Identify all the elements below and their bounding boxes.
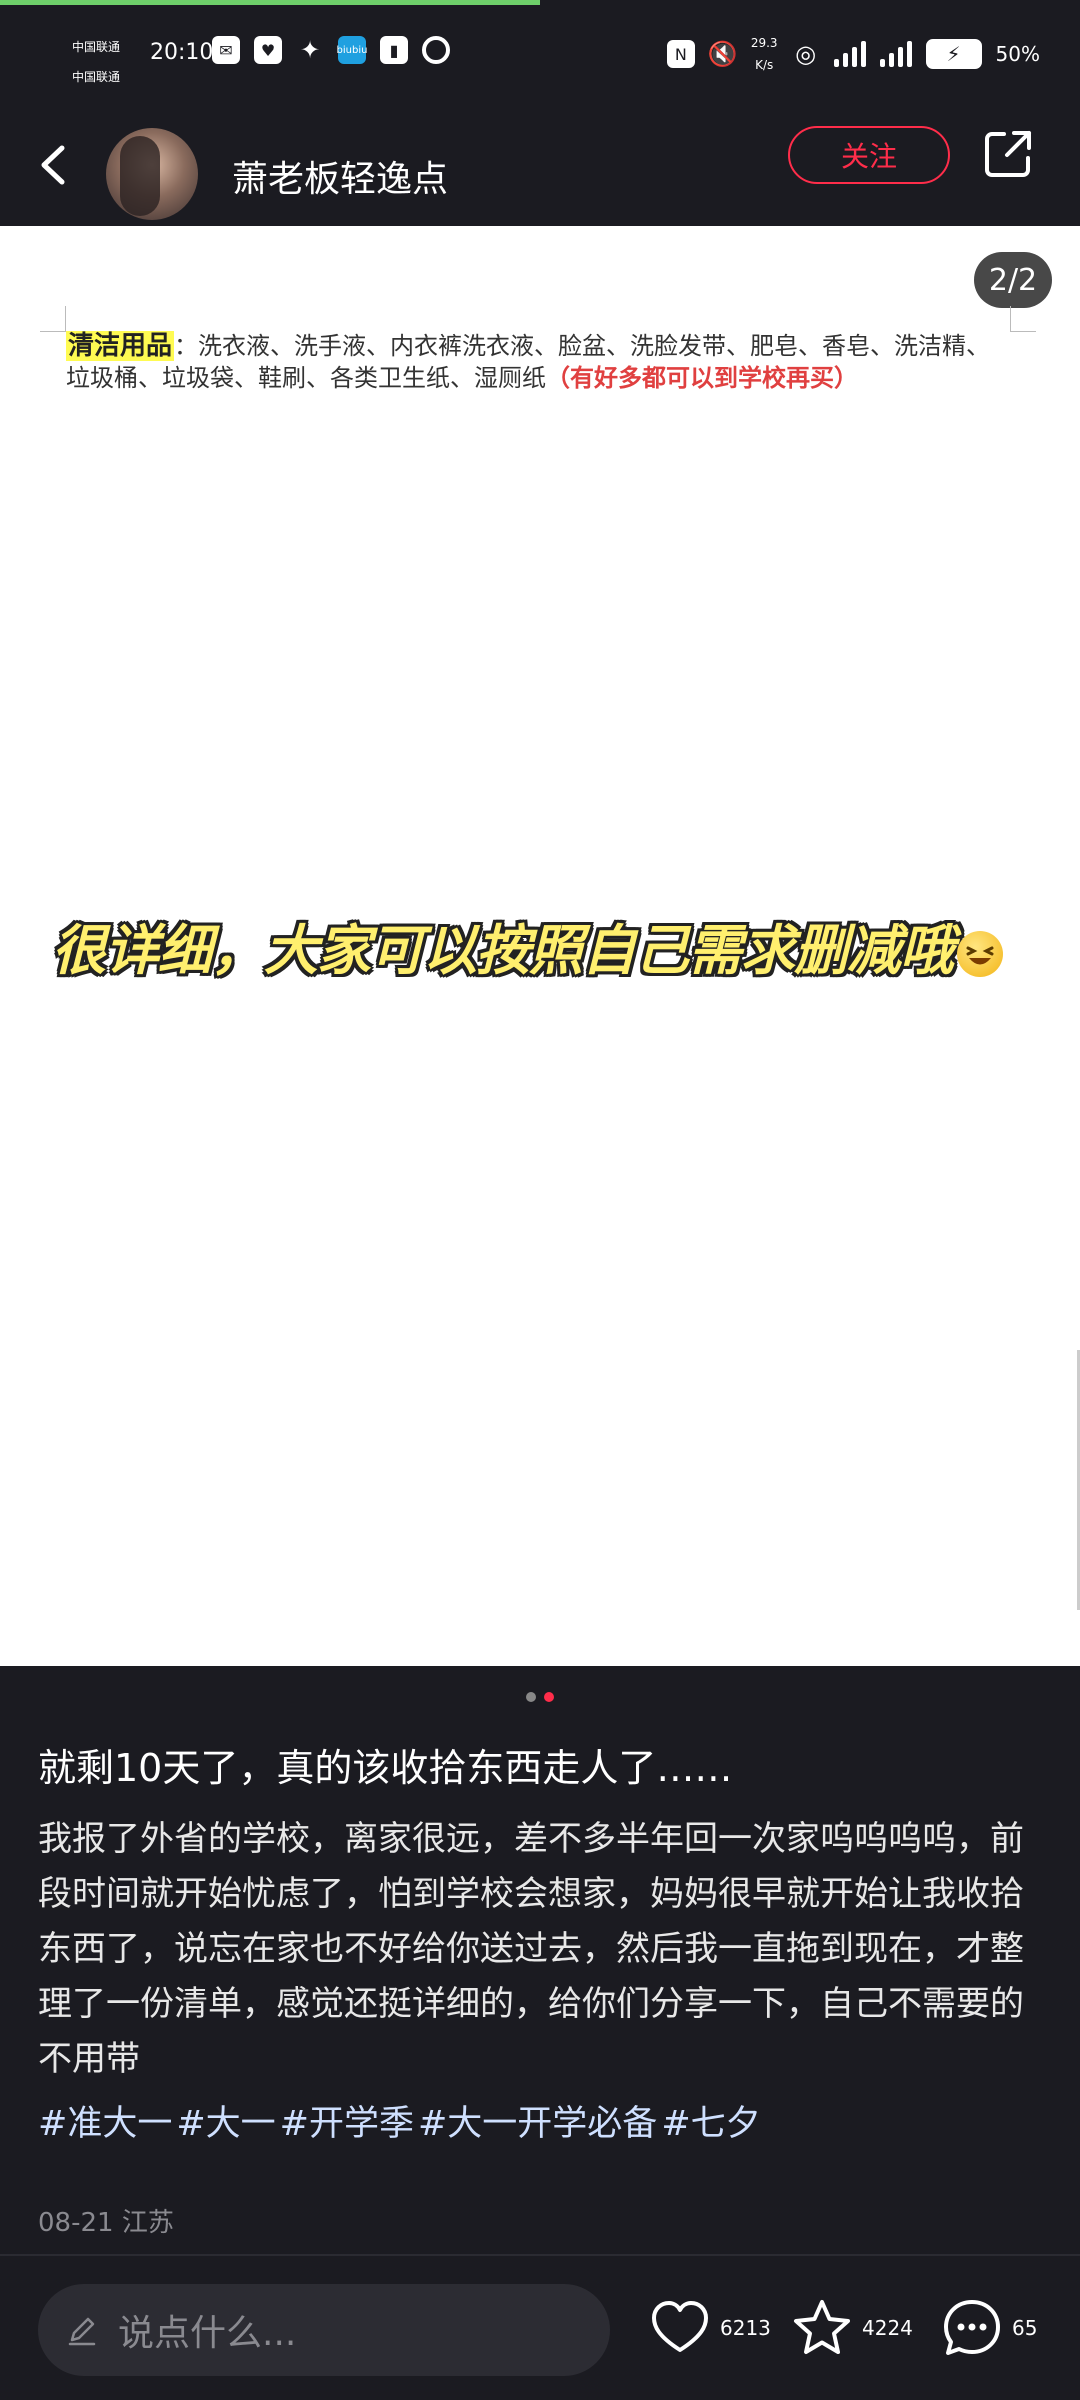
carrier-1: 中国联通 <box>72 40 121 54</box>
tag[interactable]: #大一 <box>176 2104 275 2144</box>
list-title: 清洁用品 <box>66 331 175 361</box>
laughing-emoji-icon <box>957 931 1003 978</box>
ring-app-icon <box>422 36 450 64</box>
carousel-dot-2[interactable] <box>544 1692 554 1702</box>
network-speed: 29.3 K/s <box>750 36 778 72</box>
tag[interactable]: #七夕 <box>661 2104 760 2144</box>
carousel-dot-1[interactable] <box>526 1692 536 1702</box>
cleaning-supplies-list: 清洁用品：洗衣液、洗手液、内衣裤洗衣液、脸盆、洗脸发带、肥皂、香皂、洗洁精、垃圾… <box>66 331 991 392</box>
star-icon <box>794 2300 850 2354</box>
post-image[interactable]: 2/2 清洁用品：洗衣液、洗手液、内衣裤洗衣液、脸盆、洗脸发带、肥皂、香皂、洗洁… <box>0 226 1080 1666</box>
post-body: 我报了外省的学校，离家很远，差不多半年回一次家呜呜呜呜，前段时间就开始忧虑了，怕… <box>38 1819 1024 2079</box>
overlay-caption: 很详细，大家可以按照自己需求删减哦 <box>52 906 1003 985</box>
post-title: 就剩10天了，真的该收拾东西走人了…… <box>38 1746 733 1790</box>
signal-1-icon <box>833 41 866 67</box>
comment-placeholder: 说点什么... <box>118 2313 297 2354</box>
tag[interactable]: #开学季 <box>280 2104 414 2144</box>
crop-mark-left <box>40 306 66 332</box>
mute-icon: 🔇 <box>707 40 738 68</box>
tag[interactable]: #准大一 <box>38 2104 172 2144</box>
post-date-location: 08-21 江苏 <box>38 2208 174 2238</box>
hotspot-icon: ◎ <box>795 40 817 68</box>
sim-icon: ▮ <box>380 36 408 64</box>
nfc-icon: N <box>666 40 695 68</box>
favorite-button[interactable]: 4224 <box>790 2296 913 2360</box>
status-time: 20:10 <box>150 40 214 65</box>
page-indicator: 2/2 <box>974 252 1052 308</box>
system-icons: N 🔇 29.3 K/s ◎ ⚡ 50% <box>666 32 1040 76</box>
avatar[interactable] <box>106 128 198 220</box>
list-note: （有好多都可以到学校再买） <box>546 364 858 392</box>
post-tags: #准大一 #大一 #开学季 #大一开学必备 #七夕 <box>38 2096 1048 2152</box>
status-bar: 中国联通 中国联通 20:10 ✉ ♥ ✦ biubiu ▮ N 🔇 29.3 … <box>0 0 1080 110</box>
signal-2-icon <box>879 41 912 67</box>
like-count: 6213 <box>720 2316 771 2340</box>
post-header: 萧老板轻逸点 关注 <box>0 110 1080 226</box>
carrier-labels: 中国联通 中国联通 <box>72 32 120 92</box>
share-icon[interactable] <box>980 126 1036 182</box>
pencil-icon <box>68 2317 96 2346</box>
top-progress-line <box>0 0 540 5</box>
notification-icons: ✉ ♥ ✦ biubiu ▮ <box>212 36 450 64</box>
like-button[interactable]: 6213 <box>648 2296 771 2360</box>
carousel-dots <box>0 1692 1080 1702</box>
battery-percent: 50% <box>995 42 1040 66</box>
message-icon: ✉ <box>212 36 240 64</box>
heart-notif-icon: ♥ <box>254 36 282 64</box>
crop-mark-right <box>1010 306 1036 332</box>
tag[interactable]: #大一开学必备 <box>418 2104 657 2144</box>
comment-count: 65 <box>1012 2316 1038 2340</box>
carrier-2: 中国联通 <box>72 70 121 84</box>
biubiu-icon: biubiu <box>337 36 367 64</box>
favorite-count: 4224 <box>862 2316 913 2340</box>
comment-input[interactable]: 说点什么... <box>38 2284 610 2376</box>
chat-bubble-icon <box>944 2300 1000 2355</box>
follow-button[interactable]: 关注 <box>788 126 950 184</box>
back-icon[interactable] <box>30 130 80 200</box>
bottom-action-bar: 说点什么... 6213 4224 65 <box>0 2256 1080 2400</box>
app-notif-icon: ✦ <box>299 36 321 64</box>
author-name[interactable]: 萧老板轻逸点 <box>232 150 448 202</box>
heart-icon <box>652 2301 708 2352</box>
battery-icon: ⚡ <box>925 39 982 69</box>
comment-button[interactable]: 65 <box>940 2296 1037 2360</box>
